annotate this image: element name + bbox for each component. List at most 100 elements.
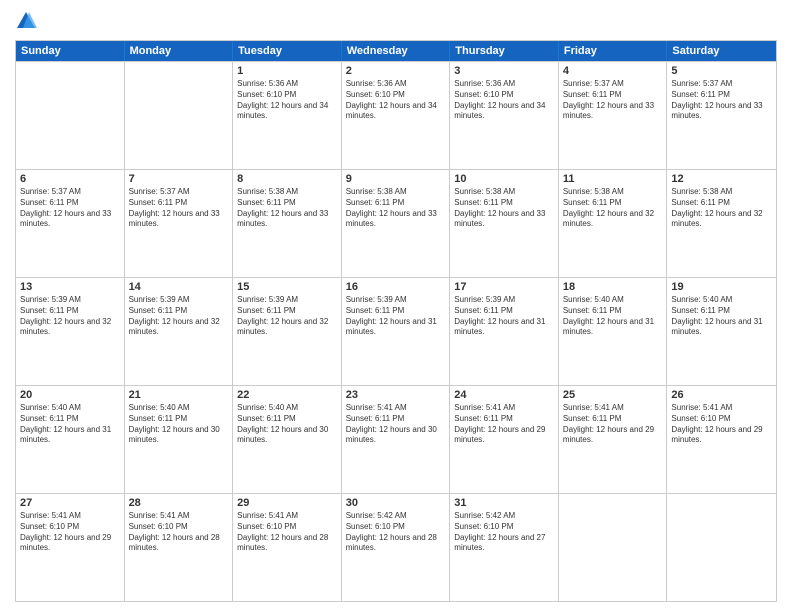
logo-icon	[15, 10, 37, 32]
calendar: SundayMondayTuesdayWednesdayThursdayFrid…	[15, 40, 777, 602]
day-number: 2	[346, 65, 446, 77]
day-number: 23	[346, 389, 446, 401]
sun-info: Sunrise: 5:40 AMSunset: 6:11 PMDaylight:…	[563, 295, 663, 338]
cal-day-6: 6 Sunrise: 5:37 AMSunset: 6:11 PMDaylight…	[16, 170, 125, 277]
cal-day-4: 4 Sunrise: 5:37 AMSunset: 6:11 PMDaylight…	[559, 62, 668, 169]
sun-info: Sunrise: 5:41 AMSunset: 6:11 PMDaylight:…	[454, 403, 554, 446]
sun-info: Sunrise: 5:37 AMSunset: 6:11 PMDaylight:…	[20, 187, 120, 230]
day-number: 9	[346, 173, 446, 185]
day-number: 1	[237, 65, 337, 77]
cal-day-22: 22 Sunrise: 5:40 AMSunset: 6:11 PMDayligh…	[233, 386, 342, 493]
cal-day-30: 30Sunrise: 5:42 AMSunset: 6:10 PMDayligh…	[342, 494, 451, 601]
day-number: 26	[671, 389, 772, 401]
cal-day-16: 16 Sunrise: 5:39 AMSunset: 6:11 PMDayligh…	[342, 278, 451, 385]
cal-day-20: 20Sunrise: 5:40 AMSunset: 6:11 PMDayligh…	[16, 386, 125, 493]
calendar-header-row: SundayMondayTuesdayWednesdayThursdayFrid…	[16, 41, 776, 61]
day-number: 27	[20, 497, 120, 509]
day-number: 14	[129, 281, 229, 293]
day-number: 31	[454, 497, 554, 509]
sun-info: Sunrise: 5:42 AMSunset: 6:10 PMDaylight:…	[346, 511, 446, 554]
cal-day-23: 23 Sunrise: 5:41 AMSunset: 6:11 PMDayligh…	[342, 386, 451, 493]
sun-info: Sunrise: 5:40 AMSunset: 6:11 PMDaylight:…	[129, 403, 229, 446]
sun-info: Sunrise: 5:40 AMSunset: 6:11 PMDaylight:…	[20, 403, 120, 446]
cal-day-29: 29 Sunrise: 5:41 AMSunset: 6:10 PMDayligh…	[233, 494, 342, 601]
cal-day-2: 2 Sunrise: 5:36 AMSunset: 6:10 PMDaylight…	[342, 62, 451, 169]
calendar-page: SundayMondayTuesdayWednesdayThursdayFrid…	[0, 0, 792, 612]
page-header	[15, 10, 777, 32]
cal-header-thursday: Thursday	[450, 41, 559, 61]
day-number: 22	[237, 389, 337, 401]
cal-day-27: 27Sunrise: 5:41 AMSunset: 6:10 PMDayligh…	[16, 494, 125, 601]
sun-info: Sunrise: 5:41 AMSunset: 6:11 PMDaylight:…	[346, 403, 446, 446]
sun-info: Sunrise: 5:36 AMSunset: 6:10 PMDaylight:…	[346, 79, 446, 122]
day-number: 5	[671, 65, 772, 77]
cal-day-9: 9Sunrise: 5:38 AMSunset: 6:11 PMDaylight…	[342, 170, 451, 277]
day-number: 10	[454, 173, 554, 185]
sun-info: Sunrise: 5:42 AMSunset: 6:10 PMDaylight:…	[454, 511, 554, 554]
cal-day-21: 21Sunrise: 5:40 AMSunset: 6:11 PMDayligh…	[125, 386, 234, 493]
day-number: 7	[129, 173, 229, 185]
day-number: 28	[129, 497, 229, 509]
cal-day-28: 28Sunrise: 5:41 AMSunset: 6:10 PMDayligh…	[125, 494, 234, 601]
cal-header-saturday: Saturday	[667, 41, 776, 61]
cal-day-empty	[559, 494, 668, 601]
cal-day-11: 11Sunrise: 5:38 AMSunset: 6:11 PMDayligh…	[559, 170, 668, 277]
calendar-body: 1 Sunrise: 5:36 AMSunset: 6:10 PMDaylight…	[16, 61, 776, 601]
sun-info: Sunrise: 5:39 AMSunset: 6:11 PMDaylight:…	[20, 295, 120, 338]
sun-info: Sunrise: 5:37 AMSunset: 6:11 PMDaylight:…	[671, 79, 772, 122]
sun-info: Sunrise: 5:36 AMSunset: 6:10 PMDaylight:…	[237, 79, 337, 122]
cal-day-26: 26 Sunrise: 5:41 AMSunset: 6:10 PMDayligh…	[667, 386, 776, 493]
cal-day-empty	[16, 62, 125, 169]
cal-header-tuesday: Tuesday	[233, 41, 342, 61]
cal-week-5: 27 Sunrise: 5:41 AMSunset: 6:10 PMDayligh…	[16, 493, 776, 601]
sun-info: Sunrise: 5:38 AMSunset: 6:11 PMDaylight:…	[454, 187, 554, 230]
sun-info: Sunrise: 5:38 AMSunset: 6:11 PMDaylight:…	[563, 187, 663, 230]
cal-day-1: 1 Sunrise: 5:36 AMSunset: 6:10 PMDaylight…	[233, 62, 342, 169]
cal-header-monday: Monday	[125, 41, 234, 61]
day-number: 15	[237, 281, 337, 293]
cal-day-24: 24 Sunrise: 5:41 AMSunset: 6:11 PMDayligh…	[450, 386, 559, 493]
cal-day-12: 12Sunrise: 5:38 AMSunset: 6:11 PMDayligh…	[667, 170, 776, 277]
cal-day-10: 10 Sunrise: 5:38 AMSunset: 6:11 PMDayligh…	[450, 170, 559, 277]
cal-header-friday: Friday	[559, 41, 668, 61]
cal-week-4: 20Sunrise: 5:40 AMSunset: 6:11 PMDayligh…	[16, 385, 776, 493]
sun-info: Sunrise: 5:40 AMSunset: 6:11 PMDaylight:…	[671, 295, 772, 338]
day-number: 24	[454, 389, 554, 401]
sun-info: Sunrise: 5:40 AMSunset: 6:11 PMDaylight:…	[237, 403, 337, 446]
cal-day-15: 15Sunrise: 5:39 AMSunset: 6:11 PMDayligh…	[233, 278, 342, 385]
day-number: 13	[20, 281, 120, 293]
day-number: 18	[563, 281, 663, 293]
day-number: 29	[237, 497, 337, 509]
day-number: 19	[671, 281, 772, 293]
sun-info: Sunrise: 5:39 AMSunset: 6:11 PMDaylight:…	[129, 295, 229, 338]
cal-week-2: 6 Sunrise: 5:37 AMSunset: 6:11 PMDaylight…	[16, 169, 776, 277]
sun-info: Sunrise: 5:38 AMSunset: 6:11 PMDaylight:…	[671, 187, 772, 230]
sun-info: Sunrise: 5:39 AMSunset: 6:11 PMDaylight:…	[346, 295, 446, 338]
cal-day-empty	[667, 494, 776, 601]
logo	[15, 10, 41, 32]
sun-info: Sunrise: 5:37 AMSunset: 6:11 PMDaylight:…	[129, 187, 229, 230]
cal-day-18: 18 Sunrise: 5:40 AMSunset: 6:11 PMDayligh…	[559, 278, 668, 385]
day-number: 17	[454, 281, 554, 293]
cal-day-17: 17 Sunrise: 5:39 AMSunset: 6:11 PMDayligh…	[450, 278, 559, 385]
sun-info: Sunrise: 5:41 AMSunset: 6:11 PMDaylight:…	[563, 403, 663, 446]
cal-day-13: 13 Sunrise: 5:39 AMSunset: 6:11 PMDayligh…	[16, 278, 125, 385]
sun-info: Sunrise: 5:37 AMSunset: 6:11 PMDaylight:…	[563, 79, 663, 122]
day-number: 25	[563, 389, 663, 401]
cal-day-31: 31 Sunrise: 5:42 AMSunset: 6:10 PMDayligh…	[450, 494, 559, 601]
day-number: 3	[454, 65, 554, 77]
day-number: 8	[237, 173, 337, 185]
day-number: 4	[563, 65, 663, 77]
cal-header-sunday: Sunday	[16, 41, 125, 61]
day-number: 16	[346, 281, 446, 293]
day-number: 6	[20, 173, 120, 185]
sun-info: Sunrise: 5:41 AMSunset: 6:10 PMDaylight:…	[671, 403, 772, 446]
cal-week-1: 1 Sunrise: 5:36 AMSunset: 6:10 PMDaylight…	[16, 61, 776, 169]
cal-day-25: 25 Sunrise: 5:41 AMSunset: 6:11 PMDayligh…	[559, 386, 668, 493]
sun-info: Sunrise: 5:41 AMSunset: 6:10 PMDaylight:…	[237, 511, 337, 554]
sun-info: Sunrise: 5:38 AMSunset: 6:11 PMDaylight:…	[237, 187, 337, 230]
cal-day-empty	[125, 62, 234, 169]
cal-day-8: 8 Sunrise: 5:38 AMSunset: 6:11 PMDaylight…	[233, 170, 342, 277]
cal-day-5: 5 Sunrise: 5:37 AMSunset: 6:11 PMDaylight…	[667, 62, 776, 169]
sun-info: Sunrise: 5:39 AMSunset: 6:11 PMDaylight:…	[454, 295, 554, 338]
